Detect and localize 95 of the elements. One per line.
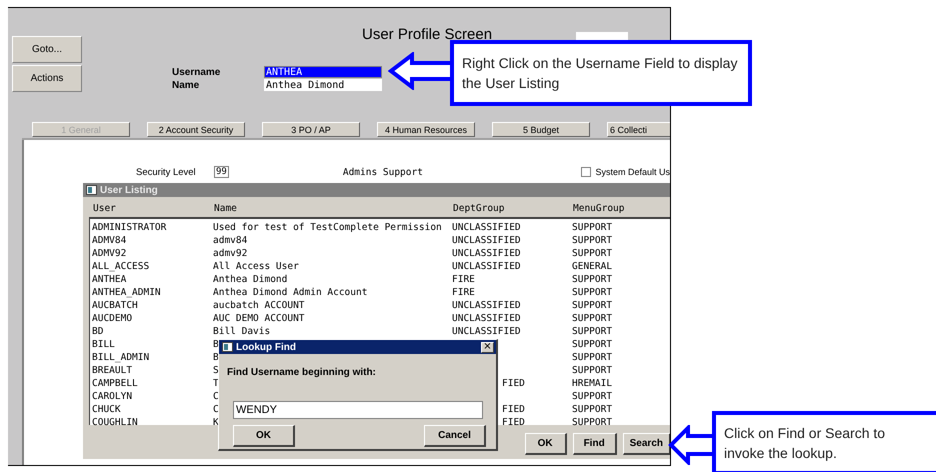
table-cell: C [213, 404, 219, 415]
table-cell: UNCLASSIFIED [452, 300, 521, 311]
table-cell: UNCLASSIFIED [452, 235, 521, 246]
field-label: Name [172, 80, 200, 90]
security-level-field[interactable]: 99 [214, 166, 229, 178]
window-title: User Listing [100, 184, 158, 196]
table-cell: UNCLASSIFIED [452, 326, 521, 337]
input-field[interactable]: WENDY [233, 401, 483, 419]
close-button[interactable]: × [481, 342, 494, 352]
table-cell: Anthea Dimond Admin Account [213, 287, 368, 298]
table-cell: SUPPORT [572, 365, 612, 376]
column-header: MenuGroup [572, 203, 626, 216]
table-cell: ANTHEA_ADMIN [92, 287, 161, 298]
table-cell: T [213, 378, 219, 389]
table-cell: C [213, 391, 219, 402]
window-icon [86, 185, 97, 195]
dialog-button[interactable]: OK [524, 433, 567, 455]
window-title: Lookup Find [236, 342, 296, 352]
table-cell: ANTHEA [92, 274, 126, 285]
column-header: Name [213, 203, 238, 216]
callout-text: Right Click on the Username Field to display the User Listing [462, 54, 738, 93]
table-cell: BREAULT [92, 365, 132, 376]
table-cell: SUPPORT [572, 326, 612, 337]
table-cell: UNCLASSIFIED [452, 248, 521, 259]
table-cell: SUPPORT [572, 339, 612, 350]
table-cell: CHUCK [92, 404, 121, 415]
table-cell: FIRE [452, 274, 475, 285]
table-cell: AUCDEMO [92, 313, 132, 324]
table-cell: CAROLYN [92, 391, 132, 402]
table-cell: AUCBATCH [92, 300, 138, 311]
text-field[interactable]: Anthea Dimond [264, 79, 382, 91]
table-cell: FIRE [452, 287, 475, 298]
window-icon [222, 342, 233, 352]
table-cell: K [213, 417, 219, 428]
dialog-button[interactable]: OK [233, 425, 295, 447]
checkbox-label: System Default Us [595, 167, 670, 177]
table-cell: SUPPORT [572, 313, 612, 324]
table-cell: UNCLASSIFIED [452, 222, 521, 233]
table-cell: admv84 [213, 235, 248, 246]
dialog-button[interactable]: Find [572, 433, 617, 455]
table-cell: SUPPORT [572, 274, 612, 285]
column-header: User [92, 203, 117, 216]
table-cell: SUPPORT [572, 287, 612, 298]
table-cell: GENERAL [572, 261, 612, 272]
tab[interactable]: 3 PO / AP [262, 122, 360, 137]
table-cell: SUPPORT [572, 248, 612, 259]
table-cell: HREMAIL [572, 378, 612, 389]
table-cell: B [213, 352, 219, 363]
tab[interactable]: 5 Budget [492, 122, 590, 137]
field-label: Security Level [136, 166, 197, 178]
table-cell: SUPPORT [572, 222, 612, 233]
table-cell: BD [92, 326, 104, 337]
tab[interactable]: 4 Human Resources [377, 122, 475, 137]
tab[interactable]: 2 Account Security [147, 122, 245, 137]
dialog-button[interactable]: Cancel [424, 425, 486, 447]
side-button[interactable]: Goto... [12, 36, 82, 63]
table-cell: ADMINISTRATOR [92, 222, 166, 233]
table-cell: SUPPORT [572, 300, 612, 311]
table-cell: Used for test of TestComplete Permission [213, 222, 442, 233]
column-header: DeptGroup [452, 203, 506, 216]
table-cell: ADMV92 [92, 248, 126, 259]
checkbox[interactable] [581, 167, 592, 177]
table-cell: S [213, 365, 219, 376]
table-cell: aucbatch ACCOUNT [213, 300, 305, 311]
table-cell: FIED [502, 417, 525, 428]
table-cell: SUPPORT [572, 417, 612, 428]
text-field[interactable]: ANTHEA [264, 66, 382, 78]
table-cell: Anthea Dimond [213, 274, 288, 285]
table-cell: SUPPORT [572, 404, 612, 415]
tab[interactable]: 6 Collecti [607, 122, 670, 137]
table-cell: BILL_ADMIN [92, 352, 150, 363]
table-cell: ALL_ACCESS [92, 261, 150, 272]
table-cell: SUPPORT [572, 235, 612, 246]
table-cell: B [213, 339, 219, 350]
table-cell: CAMPBELL [92, 378, 138, 389]
table-cell: ADMV84 [92, 235, 126, 246]
callout-text: Click on Find or Search to invoke the lookup. [724, 424, 886, 463]
side-button[interactable]: Actions [12, 65, 82, 92]
table-cell: All Access User [213, 261, 299, 272]
table-cell: FIED [502, 404, 525, 415]
table-cell: BILL [92, 339, 115, 350]
table-cell: Bill Davis [213, 326, 270, 337]
table-cell: UNCLASSIFIED [452, 313, 521, 324]
table-cell: COUGHLIN [92, 417, 138, 428]
table-cell: admv92 [213, 248, 248, 259]
table-cell: SUPPORT [572, 391, 612, 402]
table-cell: FIED [502, 378, 525, 389]
screen-title: User Profile Screen [362, 26, 492, 43]
prompt-text: Find Username beginning with: [226, 366, 377, 378]
group-text: Admins Support [342, 166, 423, 178]
table-cell: AUC DEMO ACCOUNT [213, 313, 305, 324]
table-cell: SUPPORT [572, 352, 612, 363]
table-cell: UNCLASSIFIED [452, 261, 521, 272]
dialog-button[interactable]: Search [622, 433, 670, 455]
field-label: Username [172, 66, 222, 78]
